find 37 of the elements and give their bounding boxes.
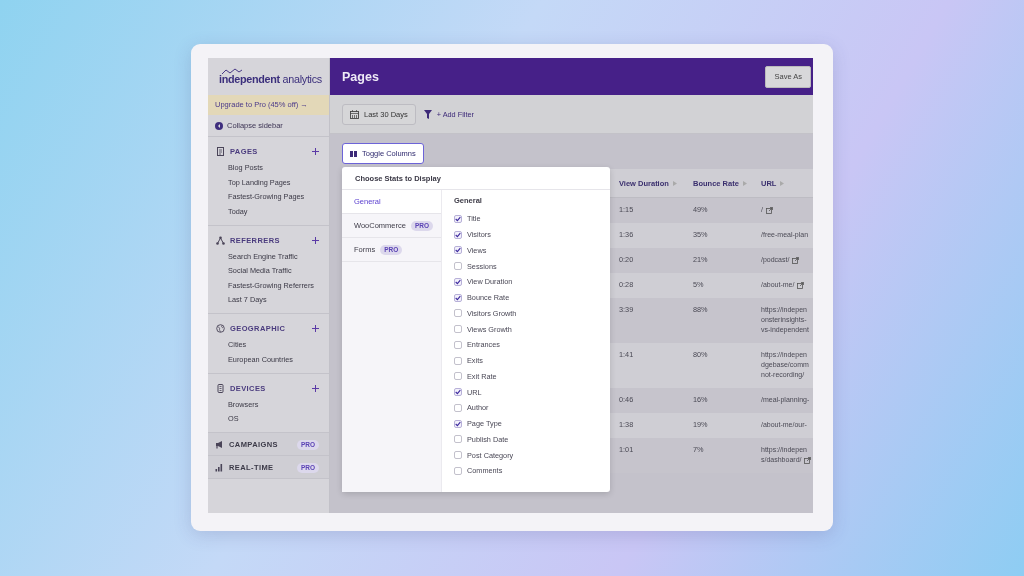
checkbox[interactable] (454, 325, 462, 334)
checkbox[interactable] (454, 435, 462, 444)
sort-icon (672, 180, 677, 186)
checkbox[interactable] (454, 214, 462, 223)
bar-chart-icon (215, 463, 224, 472)
megaphone-icon (215, 440, 224, 449)
calendar-icon (350, 109, 359, 119)
add-icon (312, 325, 319, 332)
add-icon (312, 384, 319, 392)
sort-icon (742, 180, 747, 186)
checkbox[interactable] (454, 466, 462, 475)
checkbox[interactable] (454, 309, 462, 318)
checkbox[interactable] (454, 356, 462, 365)
checkbox[interactable] (454, 419, 462, 428)
checkbox[interactable] (454, 230, 462, 239)
add-icon (312, 148, 319, 155)
checkbox[interactable] (454, 340, 462, 349)
phone-icon (216, 383, 225, 393)
chart-line-icon (221, 68, 243, 75)
globe-icon (216, 324, 225, 333)
logo: independent analytics (219, 73, 323, 85)
checkbox[interactable] (454, 277, 462, 286)
collapse-icon (215, 121, 223, 130)
checkbox[interactable] (454, 451, 462, 460)
checkbox[interactable] (454, 293, 462, 302)
checkbox[interactable] (454, 262, 462, 271)
network-icon (216, 235, 225, 245)
add-icon (312, 236, 319, 244)
document-icon (216, 147, 225, 156)
page-title: Pages (342, 69, 379, 84)
columns-icon (350, 150, 357, 157)
checkbox[interactable] (454, 246, 462, 255)
funnel-icon (423, 109, 432, 119)
sort-icon (780, 180, 785, 186)
checkbox[interactable] (454, 372, 462, 381)
checkbox[interactable] (454, 403, 462, 412)
checkbox[interactable] (454, 388, 462, 397)
